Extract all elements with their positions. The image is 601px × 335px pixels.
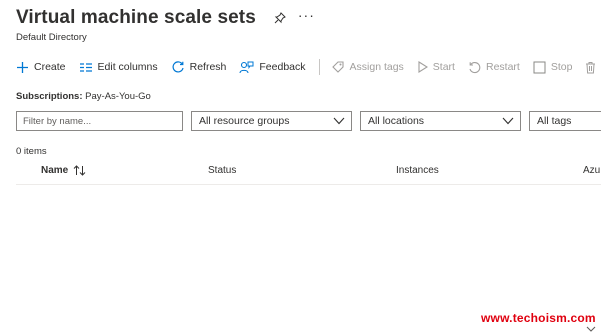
tags-value: All tags (537, 115, 572, 127)
play-icon (418, 61, 428, 73)
items-count: 0 items (16, 146, 47, 157)
column-status-label: Status (208, 165, 237, 176)
column-instances-label: Instances (396, 165, 439, 176)
delete-button[interactable] (585, 61, 601, 74)
column-header-instances[interactable]: Instances (396, 165, 439, 176)
chevron-down-icon (333, 117, 345, 125)
trash-icon (586, 61, 596, 73)
locations-dropdown[interactable]: All locations (360, 111, 521, 131)
restart-icon (469, 61, 481, 73)
stop-label: Stop (550, 61, 573, 73)
column-header-name[interactable]: Name (41, 165, 86, 176)
assign-tags-button[interactable]: Assign tags (331, 60, 404, 74)
command-bar: Create Edit columns Refresh Feedback Ass… (16, 57, 601, 77)
stop-button[interactable]: Stop (533, 61, 573, 74)
columns-icon (79, 62, 92, 72)
edit-columns-button[interactable]: Edit columns (79, 61, 158, 73)
feedback-label: Feedback (259, 61, 306, 73)
page-title: Virtual machine scale sets (16, 7, 256, 28)
feedback-button[interactable]: Feedback (239, 61, 306, 74)
subscriptions-value: Pay-As-You-Go (85, 91, 151, 102)
tags-dropdown[interactable]: All tags (529, 111, 601, 131)
edit-columns-label: Edit columns (97, 61, 158, 73)
filter-by-name-input[interactable] (16, 111, 183, 131)
column-header-azure[interactable]: Azu (583, 165, 600, 176)
title-row: Virtual machine scale sets ··· (16, 7, 315, 29)
stop-icon (533, 61, 546, 73)
locations-value: All locations (368, 115, 425, 127)
filter-bar: All resource groups All locations All ta… (16, 111, 601, 131)
column-azure-label: Azu (583, 165, 601, 176)
directory-subtitle: Default Directory (16, 32, 87, 43)
pin-icon[interactable] (274, 12, 286, 24)
chevron-down-icon[interactable] (586, 325, 596, 333)
resource-groups-value: All resource groups (199, 115, 290, 127)
toolbar-separator (318, 59, 320, 75)
restart-button[interactable]: Restart (468, 61, 520, 74)
create-button[interactable]: Create (16, 61, 66, 74)
start-button[interactable]: Start (417, 61, 455, 73)
more-options-icon[interactable]: ··· (298, 8, 315, 28)
sort-icon (73, 165, 86, 176)
feedback-icon (239, 61, 254, 73)
subscriptions-filter[interactable]: Subscriptions: Pay-As-You-Go (16, 91, 151, 102)
tag-icon (331, 60, 344, 73)
assign-tags-label: Assign tags (349, 61, 404, 73)
refresh-label: Refresh (189, 61, 227, 73)
resource-groups-dropdown[interactable]: All resource groups (191, 111, 352, 131)
subscriptions-label: Subscriptions: (16, 91, 83, 102)
create-label: Create (34, 61, 66, 73)
grid-header: Name Status Instances Azu (16, 160, 601, 185)
watermark-text: www.techoism.com (481, 311, 596, 325)
chevron-down-icon (502, 117, 514, 125)
plus-icon (17, 61, 28, 73)
start-label: Start (432, 61, 455, 73)
refresh-button[interactable]: Refresh (171, 60, 227, 74)
column-header-status[interactable]: Status (208, 165, 236, 176)
restart-label: Restart (485, 61, 520, 73)
refresh-icon (172, 61, 184, 73)
column-name-label: Name (41, 165, 69, 176)
